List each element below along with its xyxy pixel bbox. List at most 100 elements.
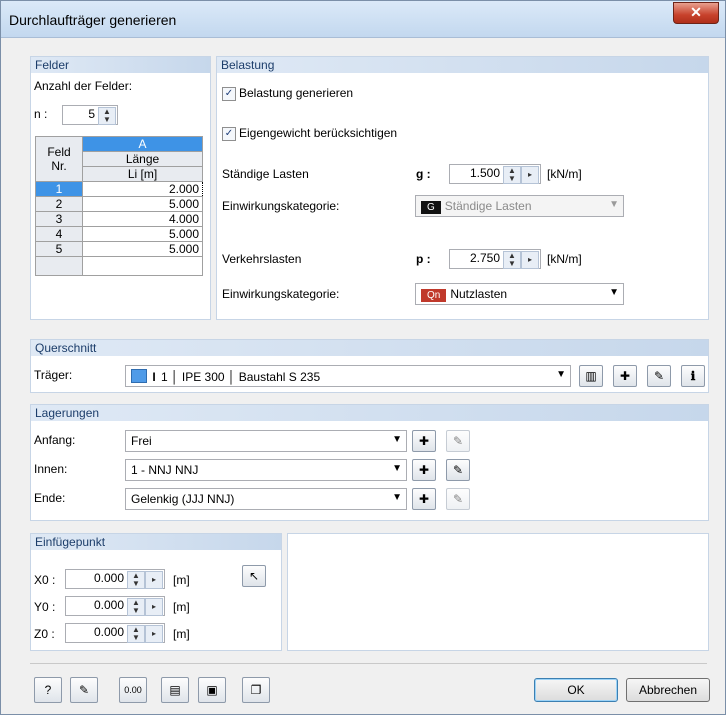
arrow-right-icon[interactable]: ▸ <box>145 598 163 616</box>
generate-load-label: Belastung generieren <box>239 86 354 100</box>
col-laenge-unit: Li [m] <box>82 166 203 182</box>
pick-point-icon[interactable]: ↖ <box>242 565 266 587</box>
chevron-down-icon[interactable]: ▼ <box>392 492 402 503</box>
row-length[interactable]: 5.000 <box>82 196 203 212</box>
col-feld-title: Feld <box>47 145 71 159</box>
row-nr: 2 <box>35 196 83 212</box>
new-support-icon[interactable]: ✚ <box>412 488 436 510</box>
innen-value: 1 - NNJ NNJ <box>131 463 199 477</box>
arrow-right-icon[interactable]: ▸ <box>521 251 539 269</box>
title-bar: Durchlaufträger generieren ✕ <box>1 1 725 38</box>
open-icon[interactable]: ▤ <box>161 677 189 703</box>
category2-select[interactable]: Qn Nutzlasten ▼ <box>415 283 624 305</box>
footer-divider <box>30 663 707 664</box>
z0-input[interactable]: 0.000 ▲ ▼ ▸ <box>65 623 165 643</box>
spin-arrows-icon[interactable]: ▲ ▼ <box>127 571 145 589</box>
library-icon[interactable]: ▥ <box>579 365 603 387</box>
g-value: 1.500 <box>469 166 500 180</box>
g-value-input[interactable]: 1.500 ▲ ▼ ▸ <box>449 164 541 184</box>
cancel-button[interactable]: Abbrechen <box>626 678 710 702</box>
category2-badge: Qn <box>421 289 447 302</box>
row-empty-nr <box>35 256 83 276</box>
traeger-select[interactable]: I 1 │ IPE 300 │ Baustahl S 235 ▼ <box>125 365 571 387</box>
category1-select[interactable]: G Ständige Lasten ▼ <box>415 195 624 217</box>
save-icon[interactable]: ▣ <box>198 677 226 703</box>
querschnitt-header: Querschnitt <box>31 340 708 356</box>
row-length[interactable]: 4.000 <box>82 211 203 227</box>
n-label: n : <box>34 107 48 121</box>
ok-button[interactable]: OK <box>534 678 618 702</box>
row-length[interactable]: 2.000 <box>82 181 203 197</box>
category1-content: G Ständige Lasten <box>421 199 532 214</box>
selfweight-label: Eigengewicht berücksichtigen <box>239 126 398 140</box>
y0-input[interactable]: 0.000 ▲ ▼ ▸ <box>65 596 165 616</box>
p-value-input[interactable]: 2.750 ▲ ▼ ▸ <box>449 249 541 269</box>
g-unit: [kN/m] <box>547 167 582 181</box>
edit-support-icon[interactable]: ✎ <box>446 459 470 481</box>
row-nr: 4 <box>35 226 83 242</box>
units-icon[interactable]: 0.00 <box>119 677 147 703</box>
felder-header: Felder <box>31 57 210 73</box>
ende-label: Ende: <box>34 491 66 505</box>
spin-arrows-icon[interactable]: ▲ ▼ <box>98 107 116 125</box>
p-row-label: Verkehrslasten <box>222 252 302 266</box>
close-icon[interactable]: ✕ <box>673 2 719 24</box>
chevron-down-icon[interactable]: ▼ <box>609 287 619 298</box>
chevron-down-icon[interactable]: ▼ <box>392 463 402 474</box>
new-section-icon[interactable]: ✚ <box>613 365 637 387</box>
info-icon[interactable]: ℹ <box>681 365 705 387</box>
anfang-value: Frei <box>131 434 152 448</box>
chevron-down-icon[interactable]: ▼ <box>556 369 566 380</box>
i-beam-icon: I <box>152 370 156 384</box>
table-row[interactable]: 2 5.000 <box>35 196 203 212</box>
copy-icon[interactable]: ❐ <box>242 677 270 703</box>
dialog-window: Durchlaufträger generieren ✕ Felder Anza… <box>0 0 726 715</box>
p-unit: [kN/m] <box>547 252 582 266</box>
generate-load-checkbox[interactable]: ✓ <box>222 87 236 101</box>
anfang-select[interactable]: Frei ▼ <box>125 430 407 452</box>
row-length[interactable]: 5.000 <box>82 241 203 257</box>
einfuegepunkt-header: Einfügepunkt <box>31 534 281 550</box>
row-nr: 1 <box>35 181 83 197</box>
edit-section-icon[interactable]: ✎ <box>647 365 671 387</box>
col-letter: A <box>82 136 203 152</box>
spin-arrows-icon[interactable]: ▲ ▼ <box>127 598 145 616</box>
n-stepper[interactable]: 5 ▲ ▼ <box>62 105 118 125</box>
p-value: 2.750 <box>469 251 500 265</box>
selfweight-checkbox[interactable]: ✓ <box>222 127 236 141</box>
p-symbol: p : <box>416 252 431 266</box>
new-support-icon[interactable]: ✚ <box>412 459 436 481</box>
traeger-content: I 1 │ IPE 300 │ Baustahl S 235 <box>131 369 320 384</box>
category1-badge: G <box>421 201 441 214</box>
row-nr: 5 <box>35 241 83 257</box>
arrow-right-icon[interactable]: ▸ <box>145 625 163 643</box>
table-row[interactable]: 1 2.000 <box>35 181 203 197</box>
arrow-right-icon[interactable]: ▸ <box>145 571 163 589</box>
spin-arrows-icon[interactable]: ▲ ▼ <box>127 625 145 643</box>
help-icon[interactable]: ? <box>34 677 62 703</box>
edit-support-icon[interactable]: ✎ <box>446 488 470 510</box>
edit-support-icon[interactable]: ✎ <box>446 430 470 452</box>
n-value: 5 <box>88 107 95 121</box>
y0-value: 0.000 <box>93 598 124 612</box>
table-row[interactable]: 4 5.000 <box>35 226 203 242</box>
x0-label: X0 : <box>34 573 56 587</box>
spin-arrows-icon[interactable]: ▲ ▼ <box>503 166 521 184</box>
ende-select[interactable]: Gelenkig (JJJ NNJ) ▼ <box>125 488 407 510</box>
anfang-label: Anfang: <box>34 433 76 447</box>
row-length[interactable]: 5.000 <box>82 226 203 242</box>
spin-arrows-icon[interactable]: ▲ ▼ <box>503 251 521 269</box>
chevron-down-icon[interactable]: ▼ <box>609 199 619 210</box>
innen-select[interactable]: 1 - NNJ NNJ ▼ <box>125 459 407 481</box>
x0-unit: [m] <box>173 573 190 587</box>
ende-value: Gelenkig (JJJ NNJ) <box>131 492 235 506</box>
edit-icon[interactable]: ✎ <box>70 677 98 703</box>
table-row[interactable]: 3 4.000 <box>35 211 203 227</box>
new-support-icon[interactable]: ✚ <box>412 430 436 452</box>
table-row[interactable]: 5 5.000 <box>35 241 203 257</box>
x0-input[interactable]: 0.000 ▲ ▼ ▸ <box>65 569 165 589</box>
felder-table: Feld Nr. A Länge Li [m] 1 2.000 2 5.000 … <box>35 136 203 276</box>
arrow-right-icon[interactable]: ▸ <box>521 166 539 184</box>
col-laenge-title: Länge <box>82 151 203 167</box>
chevron-down-icon[interactable]: ▼ <box>392 434 402 445</box>
